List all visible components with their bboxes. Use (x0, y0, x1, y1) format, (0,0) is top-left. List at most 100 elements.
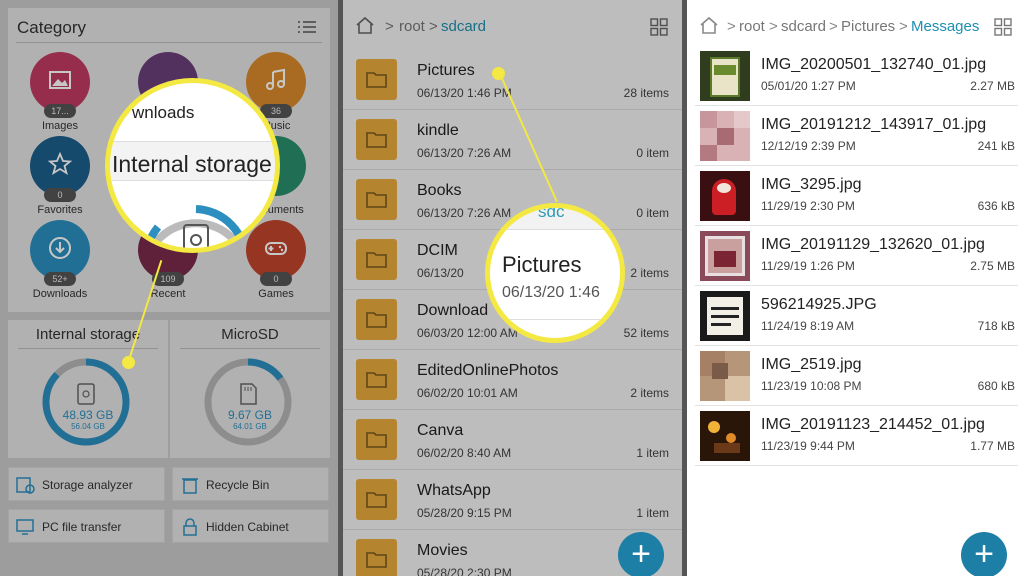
category-label: Games (258, 288, 294, 300)
file-date: 05/01/20 1:27 PM (761, 79, 856, 93)
breadcrumb-sdcard[interactable]: sdcard (781, 18, 826, 35)
image-thumbnail (700, 291, 750, 341)
breadcrumb-separator: > (899, 18, 908, 35)
internal-storage-title: Internal storage (35, 326, 141, 343)
category-badge: 17... (44, 104, 76, 118)
microsd-title: MicroSD (221, 326, 279, 343)
folder-name: Books (417, 182, 462, 199)
tool-label: Recycle Bin (206, 478, 270, 492)
file-size: 680 kB (977, 379, 1015, 393)
internal-used: 48.93 GB (62, 408, 114, 422)
file-date: 11/24/19 8:19 AM (761, 319, 855, 333)
lock-icon (183, 518, 197, 536)
category-downloads[interactable]: 52+ Downloads (28, 220, 92, 300)
image-thumbnail (700, 231, 750, 281)
hidden-cabinet-button[interactable]: Hidden Cabinet (172, 509, 329, 543)
folder-date: 05/28/20 2:30 PM (417, 566, 512, 576)
folder-row[interactable]: kindle 06/13/20 7:26 AM 0 item (343, 110, 682, 170)
file-name: IMG_2519.jpg (761, 356, 862, 373)
magnified-downloads-text: wnloads (132, 103, 195, 122)
file-row[interactable]: IMG_20191123_214452_01.jpg 11/23/19 9:44 … (695, 406, 1018, 466)
file-name: IMG_20191123_214452_01.jpg (761, 416, 985, 433)
folder-name: Download (417, 302, 489, 319)
folder-item-count: 52 items (623, 326, 669, 340)
file-row[interactable]: 596214925.JPG 11/24/19 8:19 AM 718 kB (695, 286, 1018, 346)
file-row[interactable]: IMG_2519.jpg 11/23/19 10:08 PM 680 kB (695, 346, 1018, 406)
callout-dot (122, 356, 135, 369)
image-thumbnail (700, 51, 750, 101)
image-thumbnail (700, 411, 750, 461)
internal-storage-card[interactable]: Internal storage 48.93 GB 56.04 GB (8, 320, 168, 458)
storage-divider (180, 348, 320, 349)
home-icon[interactable] (699, 16, 719, 34)
folder-item-count: 28 items (623, 86, 669, 100)
music-icon (266, 68, 285, 90)
breadcrumb-separator: > (769, 18, 778, 35)
file-row[interactable]: IMG_3295.jpg 11/29/19 2:30 PM 636 kB (695, 166, 1018, 226)
folder-row[interactable]: WhatsApp 05/28/20 9:15 PM 1 item (343, 470, 682, 530)
breadcrumb-messages[interactable]: Messages (911, 18, 979, 35)
list-view-icon[interactable] (298, 20, 316, 34)
file-size: 2.27 MB (970, 79, 1015, 93)
folder-icon (356, 479, 397, 520)
breadcrumb-pictures[interactable]: Pictures (841, 18, 895, 35)
category-badge: 52+ (44, 272, 76, 286)
grid-view-icon[interactable] (650, 18, 668, 36)
file-row[interactable]: IMG_20200501_132740_01.jpg 05/01/20 1:27 … (695, 46, 1018, 106)
image-thumbnail (700, 111, 750, 161)
pc-file-transfer-button[interactable]: PC file transfer (8, 509, 165, 543)
sd-card-icon (77, 383, 95, 405)
tool-label: Hidden Cabinet (206, 520, 289, 534)
folder-row[interactable]: Canva 06/02/20 8:40 AM 1 item (343, 410, 682, 470)
magnifier-callout: sdc Pictures 06/13/20 1:46 (485, 203, 625, 343)
breadcrumb-sdcard[interactable]: sdcard (441, 18, 486, 35)
file-row[interactable]: IMG_20191212_143917_01.jpg 12/12/19 2:39 … (695, 106, 1018, 166)
magnified-internal-storage: Internal storage (112, 151, 272, 177)
image-thumbnail (700, 351, 750, 401)
add-fab-button[interactable]: + (618, 532, 664, 576)
magnified-sdcard-text: sdc (538, 203, 565, 221)
file-row[interactable]: IMG_20191129_132620_01.jpg 11/29/19 1:26 … (695, 226, 1018, 286)
breadcrumb-separator: > (385, 18, 394, 35)
folder-name: Pictures (417, 62, 475, 79)
recycle-bin-button[interactable]: Recycle Bin (172, 467, 329, 501)
recycle-bin-icon (182, 478, 198, 494)
file-size: 718 kB (977, 319, 1015, 333)
folder-icon (356, 119, 397, 160)
category-favorites[interactable]: 0 Favorites (28, 136, 92, 216)
folder-item-count: 2 items (630, 386, 669, 400)
microsd-gauge (204, 358, 292, 446)
microsd-card[interactable]: MicroSD 9.67 GB 64.01 GB (170, 320, 330, 458)
magnifier-callout: wnloads Internal storage (105, 78, 280, 253)
category-label: Images (41, 120, 79, 132)
folder-item-count: 0 item (636, 146, 669, 160)
folder-icon (356, 59, 397, 100)
image-icon (49, 71, 71, 89)
storage-analyzer-button[interactable]: Storage analyzer (8, 467, 165, 501)
magnified-divider (490, 319, 620, 320)
folder-row[interactable]: EditedOnlinePhotos 06/02/20 10:01 AM 2 ite… (343, 350, 682, 410)
breadcrumb-separator: > (829, 18, 838, 35)
sd-card-icon (183, 224, 209, 248)
category-images[interactable]: 17... Images (28, 52, 92, 132)
microsd-icon (240, 383, 257, 405)
folder-date: 06/13/20 1:46 PM (417, 86, 512, 100)
folder-name: Movies (417, 542, 468, 559)
breadcrumb-root[interactable]: root (399, 18, 425, 35)
gamepad-icon (265, 242, 287, 255)
add-fab-button[interactable]: + (961, 532, 1007, 576)
magnified-folder-date: 06/13/20 1:46 (502, 284, 600, 301)
file-name: IMG_20200501_132740_01.jpg (761, 56, 987, 73)
grid-view-icon[interactable] (994, 18, 1012, 36)
sdcard-folder-panel: > root > sdcard Pictures 06/13/20 1:46 PM… (343, 0, 682, 576)
folder-date: 05/28/20 9:15 PM (417, 506, 512, 520)
file-date: 12/12/19 2:39 PM (761, 139, 856, 153)
breadcrumb-bar: > root > sdcard (343, 0, 682, 50)
breadcrumb-root[interactable]: root (739, 18, 765, 35)
folder-icon (356, 239, 397, 280)
breadcrumb-separator: > (429, 18, 438, 35)
home-icon[interactable] (355, 16, 375, 34)
folder-icon (356, 359, 397, 400)
folder-date: 06/02/20 8:40 AM (417, 446, 512, 460)
storage-divider (18, 348, 158, 349)
